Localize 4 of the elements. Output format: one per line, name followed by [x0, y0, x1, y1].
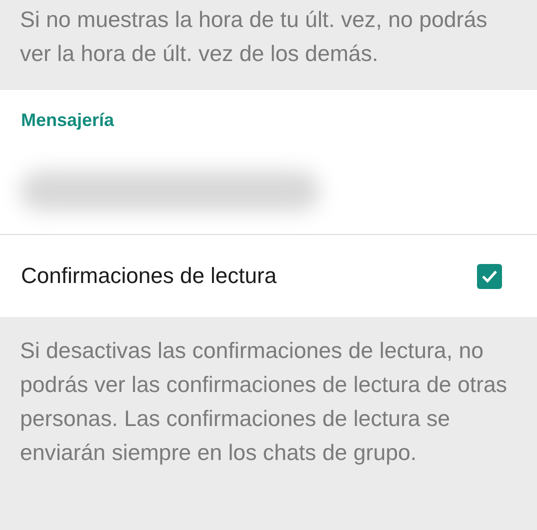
setting-label: Confirmaciones de lectura [21, 263, 277, 289]
section-header: Mensajería [20, 109, 116, 132]
checkbox[interactable] [477, 264, 502, 288]
check-icon [481, 269, 498, 283]
